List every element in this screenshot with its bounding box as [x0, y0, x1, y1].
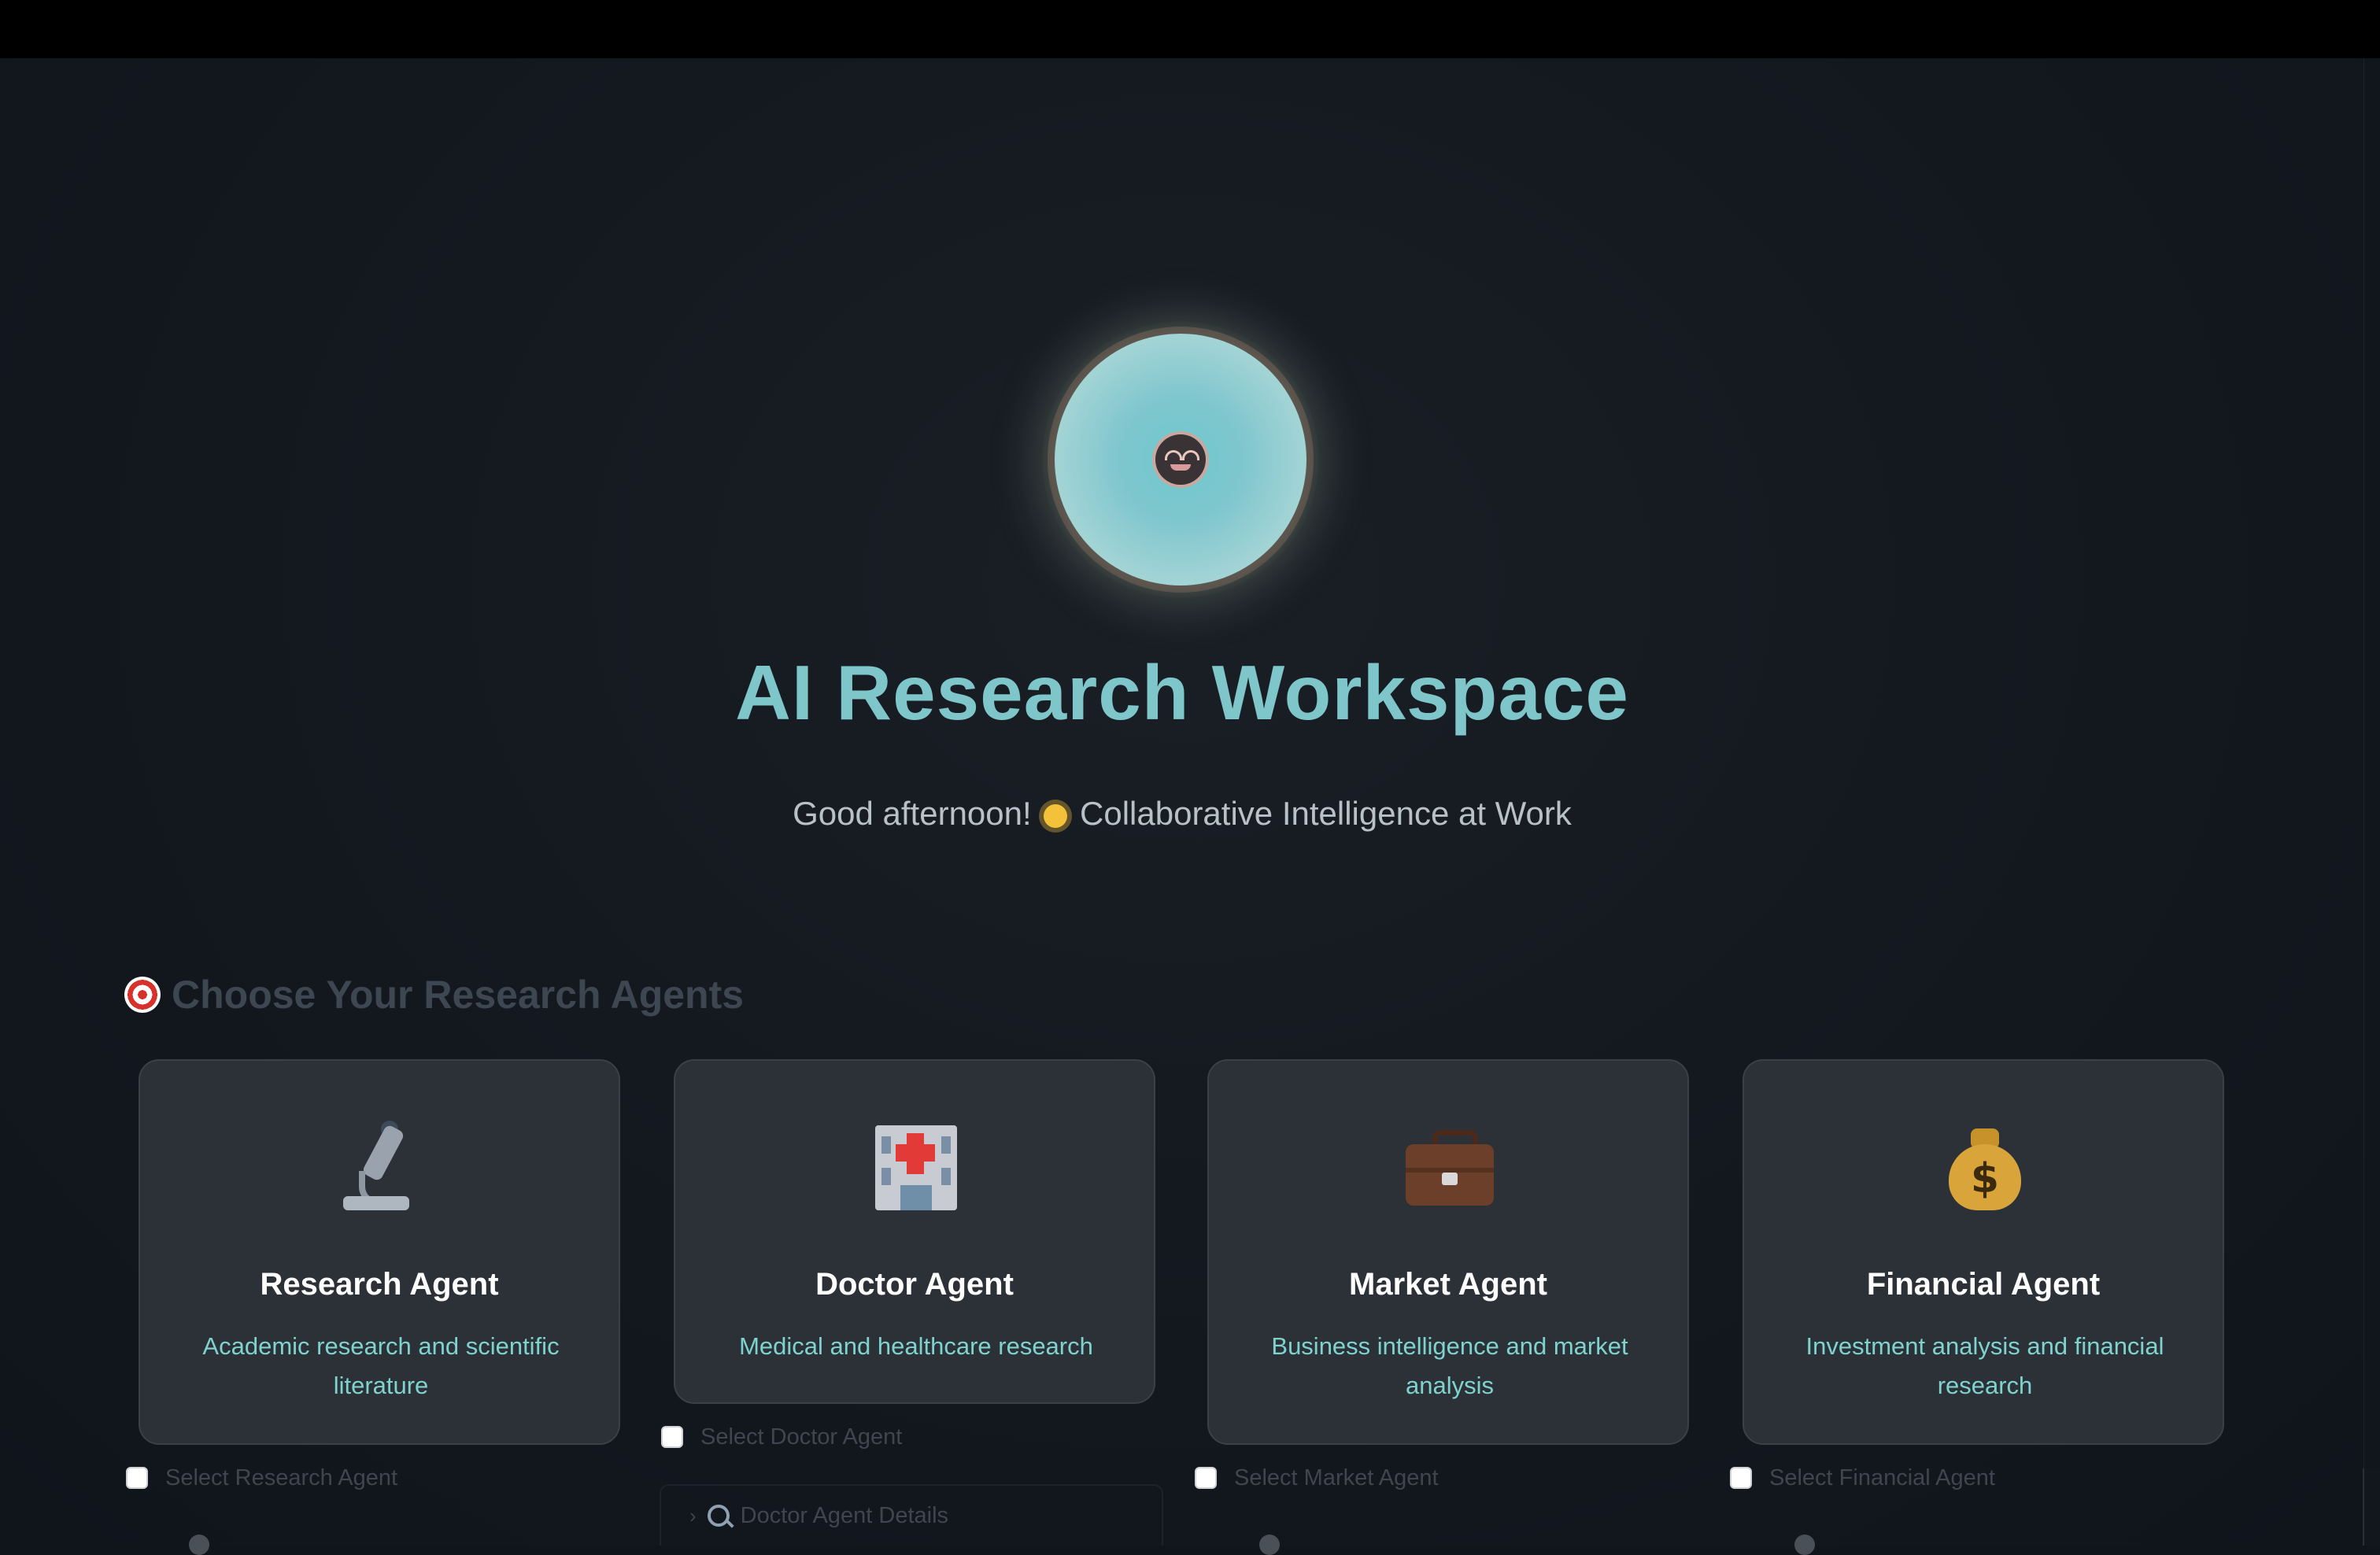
section-title: Choose Your Research Agents	[172, 973, 745, 1017]
agent-name: Doctor Agent	[815, 1267, 1014, 1302]
section-heading: Choose Your Research Agents	[124, 971, 744, 1018]
agent-description: Medical and healthcare research	[739, 1332, 1093, 1360]
slider-handle[interactable]	[1794, 1535, 1815, 1555]
checkbox-label: Select Research Agent	[165, 1465, 398, 1490]
agent-name: Financial Agent	[1866, 1267, 2101, 1302]
target-icon	[124, 977, 161, 1013]
checkbox-label: Select Doctor Agent	[700, 1424, 903, 1450]
expander-label: Doctor Agent Details	[740, 1502, 949, 1528]
select-doctor-agent[interactable]: Select Doctor Agent	[661, 1421, 902, 1453]
checkbox-label: Select Financial Agent	[1769, 1465, 1995, 1490]
robot-face-icon	[1155, 434, 1206, 485]
scrollbar-thumb[interactable]	[2363, 1468, 2380, 1546]
select-market-agent[interactable]: Select Market Agent	[1195, 1462, 1439, 1494]
checkbox[interactable]	[126, 1467, 148, 1489]
slider-handle[interactable]	[1259, 1535, 1280, 1555]
agent-description: Investment analysis and financial resear…	[1805, 1332, 2164, 1399]
agent-card-market[interactable]: Market Agent Business intelligence and m…	[1207, 1059, 1689, 1445]
chevron-right-icon: ›	[689, 1503, 697, 1527]
checkbox-label: Select Market Agent	[1234, 1465, 1439, 1490]
checkbox[interactable]	[1195, 1467, 1217, 1489]
agent-description: Business intelligence and market analysi…	[1271, 1332, 1628, 1399]
select-research-agent[interactable]: Select Research Agent	[126, 1462, 397, 1494]
greeting-text: Good afternoon!	[793, 795, 1032, 832]
agent-card-financial[interactable]: $ Financial Agent Investment analysis an…	[1743, 1059, 2224, 1445]
select-financial-agent[interactable]: Select Financial Agent	[1730, 1462, 1995, 1494]
agent-name: Research Agent	[260, 1267, 499, 1302]
hospital-icon	[869, 1121, 963, 1215]
briefcase-icon	[1402, 1121, 1497, 1215]
slider-handle[interactable]	[189, 1535, 209, 1555]
agent-description: Academic research and scientific literat…	[202, 1332, 560, 1399]
agent-card-doctor[interactable]: Doctor Agent Medical and healthcare rese…	[674, 1059, 1155, 1404]
top-bar	[0, 0, 2380, 58]
agent-card-research[interactable]: Research Agent Academic research and sci…	[139, 1059, 620, 1445]
scrollbar-track[interactable]	[2363, 58, 2380, 1546]
microscope-icon	[334, 1121, 428, 1215]
sun-icon	[1044, 803, 1068, 828]
checkbox[interactable]	[1730, 1467, 1752, 1489]
page-title: AI Research Workspace	[735, 649, 1629, 736]
doctor-agent-details-expander[interactable]: › Doctor Agent Details	[660, 1484, 1163, 1546]
search-icon	[707, 1505, 730, 1527]
page-subtitle: Good afternoon! Collaborative Intelligen…	[0, 795, 2364, 833]
tagline-text: Collaborative Intelligence at Work	[1080, 795, 1572, 832]
checkbox[interactable]	[661, 1426, 683, 1448]
money-bag-icon: $	[1938, 1121, 2032, 1215]
agent-name: Market Agent	[1349, 1267, 1547, 1302]
